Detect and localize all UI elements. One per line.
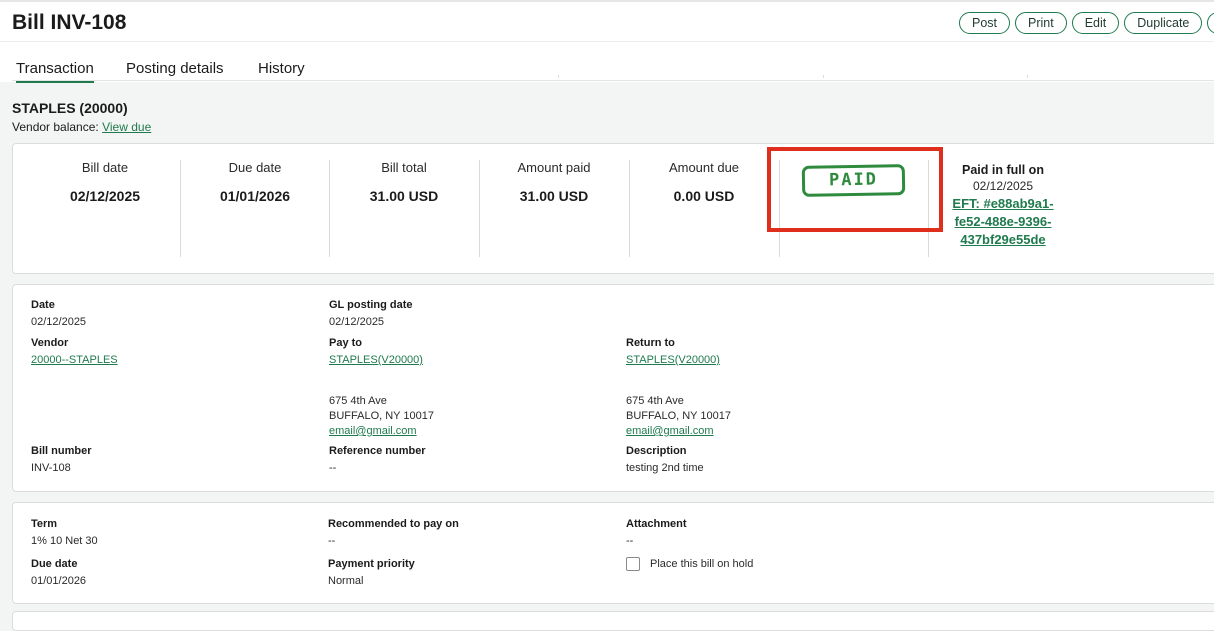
description-value: testing 2nd time — [626, 462, 704, 474]
gl-posting-date-field: GL posting date 02/12/2025 — [329, 299, 413, 328]
divider-tick — [823, 75, 824, 78]
description-label: Description — [626, 445, 687, 457]
duplicate-button[interactable]: Duplicate — [1124, 12, 1203, 34]
pay-to-address: 675 4th Ave BUFFALO, NY 10017 email@gmai… — [329, 394, 434, 439]
bill-number-value: INV-108 — [31, 462, 71, 474]
due-date-value: 01/01/2026 — [219, 188, 291, 204]
return-to-email-link[interactable]: email@gmail.com — [626, 425, 714, 437]
paid-date: 02/12/2025 — [972, 179, 1034, 193]
reference-number-label: Reference number — [329, 445, 426, 457]
payment-priority-value: Normal — [328, 575, 364, 587]
pay-to-address-line1: 675 4th Ave — [329, 395, 387, 407]
terms-due-date-label: Due date — [31, 558, 78, 570]
page-title: Bill INV-108 — [12, 11, 127, 34]
vendor-balance-label: Vendor balance: — [12, 120, 99, 134]
eft-line-1: EFT: #e88ab9a1- — [952, 196, 1054, 211]
vendor-field: Vendor 20000--STAPLES — [31, 337, 118, 366]
due-date-label: Due date — [228, 160, 282, 175]
terms-card — [12, 502, 1214, 604]
summary-bill-total: Bill total 31.00 USD — [329, 160, 479, 257]
more-actions-button[interactable] — [1207, 12, 1214, 34]
vendor-link[interactable]: 20000--STAPLES — [31, 354, 118, 366]
hold-checkbox-label[interactable]: Place this bill on hold — [650, 558, 753, 570]
next-section-card — [12, 611, 1214, 631]
view-due-link[interactable]: View due — [102, 120, 151, 134]
return-to-label: Return to — [626, 337, 675, 349]
details-card — [12, 284, 1214, 492]
tab-divider — [12, 80, 1214, 81]
terms-due-date-value: 01/01/2026 — [31, 575, 87, 587]
recommended-pay-field: Recommended to pay on -- — [328, 518, 459, 547]
action-buttons: Post Print Edit Duplicate — [959, 12, 1214, 34]
pay-to-address-line2: BUFFALO, NY 10017 — [329, 410, 434, 422]
vendor-heading: STAPLES (20000) — [12, 100, 128, 116]
vendor-balance: Vendor balance: View due — [12, 120, 151, 134]
edit-button[interactable]: Edit — [1071, 12, 1120, 34]
reference-number-field: Reference number -- — [329, 445, 426, 474]
paid-info: Paid in full on 02/12/2025 EFT: #e88ab9a… — [940, 163, 1066, 249]
summary-bill-date: Bill date 02/12/2025 — [30, 160, 180, 257]
attachment-label: Attachment — [626, 518, 687, 530]
term-label: Term — [31, 518, 58, 530]
paid-in-full-label: Paid in full on — [962, 163, 1044, 177]
amount-paid-label: Amount paid — [517, 160, 591, 175]
pay-to-field: Pay to STAPLES(V20000) — [329, 337, 423, 366]
term-value: 1% 10 Net 30 — [31, 535, 98, 547]
payment-priority-field: Payment priority Normal — [328, 558, 415, 587]
tab-posting-details[interactable]: Posting details — [126, 60, 224, 77]
vendor-label: Vendor — [31, 337, 69, 349]
print-button[interactable]: Print — [1015, 12, 1067, 34]
summary-due-date: Due date 01/01/2026 — [180, 160, 330, 257]
recommended-pay-value: -- — [328, 535, 336, 547]
gl-posting-date-value: 02/12/2025 — [329, 316, 385, 328]
eft-line-2: fe52-488e-9396- — [954, 214, 1052, 229]
summary-amount-paid: Amount paid 31.00 USD — [479, 160, 629, 257]
pay-to-link[interactable]: STAPLES(V20000) — [329, 354, 423, 366]
bill-total-label: Bill total — [381, 160, 427, 175]
reference-number-value: -- — [329, 462, 337, 474]
bill-total-value: 31.00 USD — [369, 188, 439, 204]
amount-paid-value: 31.00 USD — [519, 188, 589, 204]
terms-due-date-field: Due date 01/01/2026 — [31, 558, 86, 587]
return-to-address: 675 4th Ave BUFFALO, NY 10017 email@gmai… — [626, 394, 731, 439]
term-field: Term 1% 10 Net 30 — [31, 518, 98, 547]
date-field: Date 02/12/2025 — [31, 299, 86, 328]
date-value: 02/12/2025 — [31, 316, 87, 328]
recommended-pay-label: Recommended to pay on — [328, 518, 459, 530]
return-to-address-line2: BUFFALO, NY 10017 — [626, 410, 731, 422]
payment-priority-label: Payment priority — [328, 558, 415, 570]
divider-tick — [1027, 75, 1028, 78]
divider-tick — [558, 75, 559, 78]
description-field: Description testing 2nd time — [626, 445, 704, 474]
page-header: Bill INV-108 Post Print Edit Duplicate — [0, 0, 1214, 42]
amount-due-value: 0.00 USD — [673, 188, 735, 204]
attachment-field: Attachment -- — [626, 518, 687, 547]
return-to-field: Return to STAPLES(V20000) — [626, 337, 720, 366]
date-label: Date — [31, 299, 55, 311]
pay-to-email-link[interactable]: email@gmail.com — [329, 425, 417, 437]
hold-checkbox[interactable] — [626, 557, 640, 571]
highlight-box — [767, 147, 943, 232]
bill-number-field: Bill number INV-108 — [31, 445, 92, 474]
summary-amount-due: Amount due 0.00 USD — [629, 160, 779, 257]
bill-date-label: Bill date — [81, 160, 129, 175]
tab-history[interactable]: History — [258, 60, 305, 77]
post-button[interactable]: Post — [959, 12, 1011, 34]
tab-bar: Transaction Posting details History — [0, 42, 1214, 83]
bill-date-value: 02/12/2025 — [69, 188, 141, 204]
bill-number-label: Bill number — [31, 445, 92, 457]
return-to-address-line1: 675 4th Ave — [626, 395, 684, 407]
amount-due-label: Amount due — [668, 160, 740, 175]
pay-to-label: Pay to — [329, 337, 363, 349]
attachment-value: -- — [626, 535, 634, 547]
gl-posting-date-label: GL posting date — [329, 299, 413, 311]
eft-line-3: 437bf29e55de — [960, 232, 1046, 247]
eft-payment-link[interactable]: EFT: #e88ab9a1- fe52-488e-9396- 437bf29e… — [940, 195, 1066, 249]
return-to-link[interactable]: STAPLES(V20000) — [626, 354, 720, 366]
